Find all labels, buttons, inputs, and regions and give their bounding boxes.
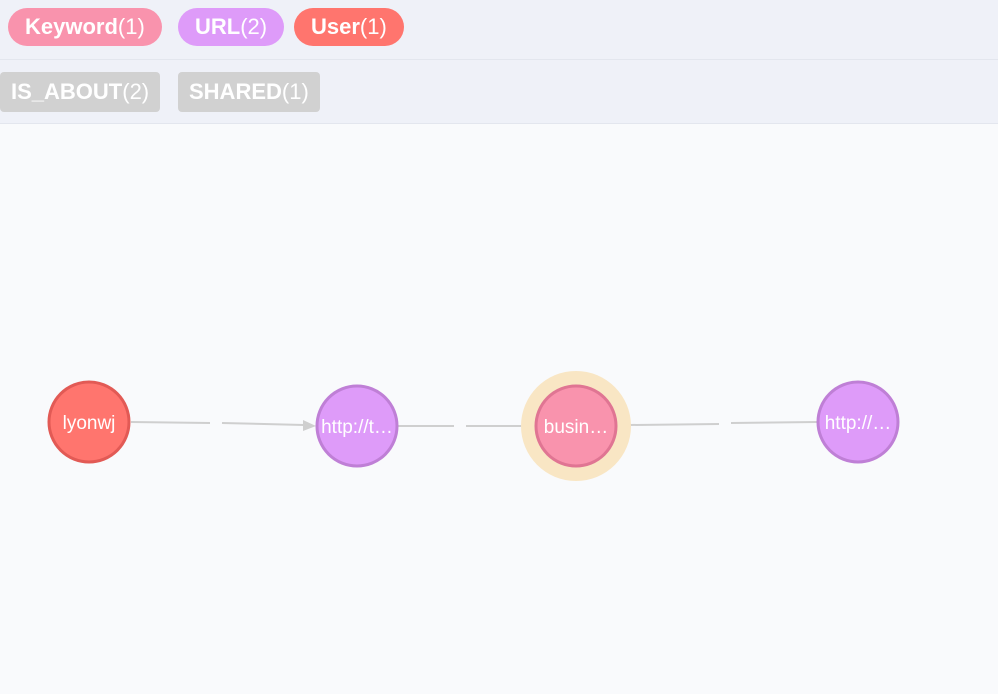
node-user[interactable]: lyonwj — [47, 380, 131, 464]
label-name: URL — [195, 14, 241, 39]
relationship-types-bar: IS_ABOUT(2) SHARED(1) — [0, 60, 998, 124]
node-caption: busin… — [544, 417, 608, 438]
node-caption: lyonwj — [63, 413, 116, 434]
rel-count: (1) — [281, 79, 309, 104]
rel-name: SHARED — [189, 79, 282, 104]
edge-url1-keyword[interactable] — [398, 420, 536, 432]
rel-pill-is-about[interactable]: IS_ABOUT(2) — [0, 72, 161, 112]
arrowhead — [303, 420, 316, 431]
rel-count: (2) — [122, 79, 150, 104]
edge-url2-keyword[interactable] — [617, 419, 818, 431]
node-caption: http://… — [825, 413, 892, 434]
rel-name: IS_ABOUT — [11, 79, 123, 104]
graph-svg[interactable]: lyonwj http://t… busin… http://… — [0, 124, 998, 694]
node-caption: http://t… — [321, 417, 393, 438]
label-name: User — [311, 14, 360, 39]
label-name: Keyword — [25, 14, 118, 39]
node-url-2[interactable]: http://… — [816, 380, 900, 464]
node-url-1[interactable]: http://t… — [315, 384, 399, 468]
node-keyword[interactable]: busin… — [521, 371, 631, 481]
node-labels-bar: Keyword(1) URL(2) User(1) — [0, 0, 998, 60]
label-pill-url[interactable]: URL(2) — [178, 8, 285, 46]
label-pill-user[interactable]: User(1) — [294, 8, 404, 46]
label-count: (1) — [359, 14, 387, 39]
label-count: (1) — [117, 14, 145, 39]
rel-pill-shared[interactable]: SHARED(1) — [178, 72, 320, 112]
edge-user-url1[interactable] — [130, 420, 316, 431]
graph-canvas[interactable]: lyonwj http://t… busin… http://… — [0, 124, 998, 694]
label-pill-keyword[interactable]: Keyword(1) — [8, 8, 162, 46]
label-count: (2) — [240, 14, 268, 39]
